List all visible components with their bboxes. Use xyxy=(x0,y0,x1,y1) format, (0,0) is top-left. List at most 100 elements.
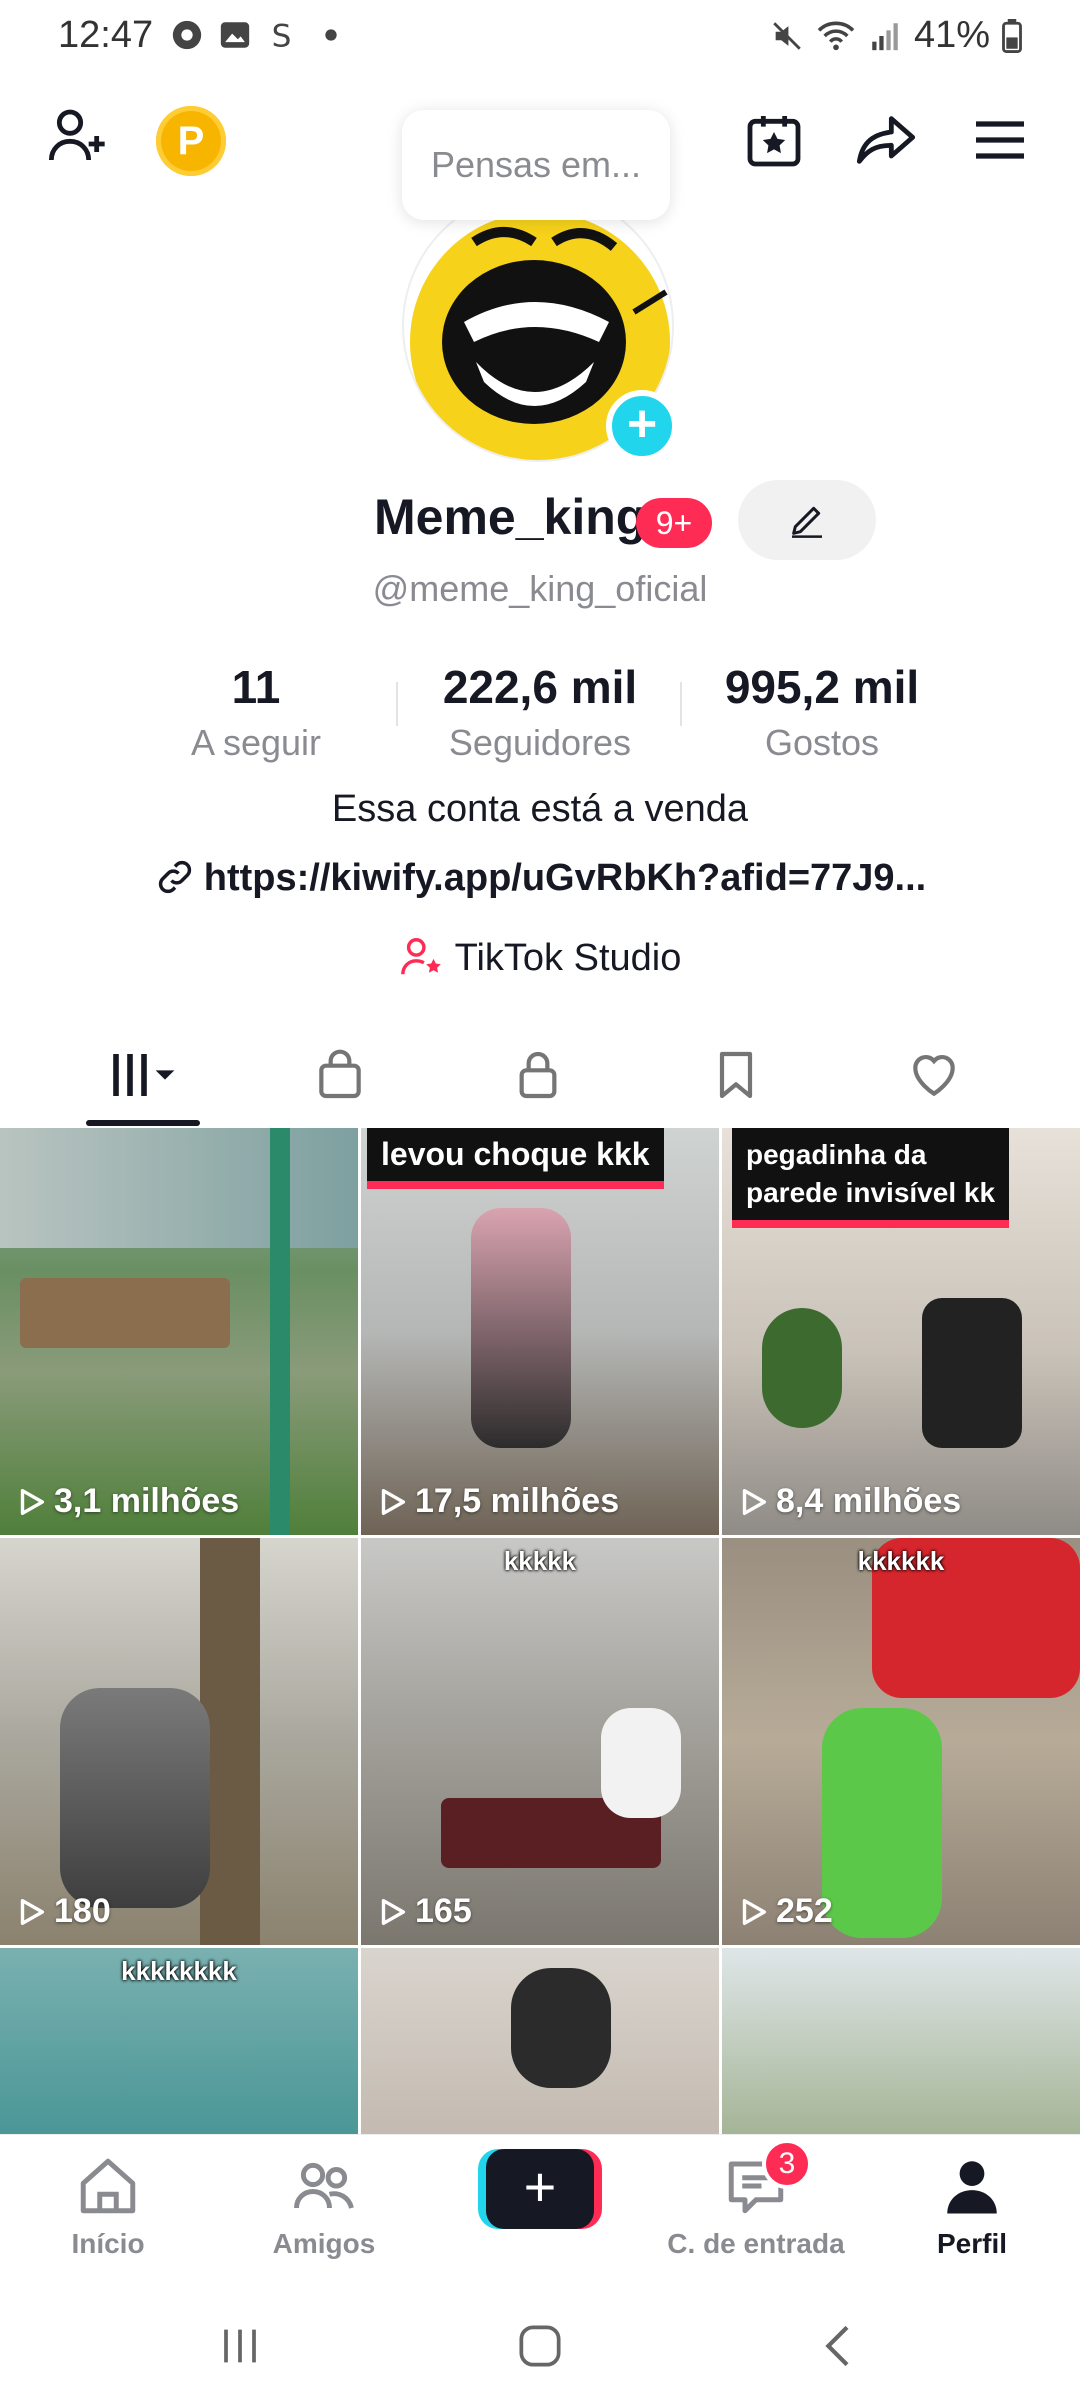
nav-home-label: Início xyxy=(71,2228,145,2259)
hamburger-menu-icon xyxy=(976,121,1024,159)
video-thumbnail[interactable]: 3,1 milhões xyxy=(0,1128,358,1535)
nav-inbox[interactable]: C. de entrada xyxy=(666,2153,846,2260)
stat-followers-value: 222,6 mil xyxy=(442,661,638,713)
stat-followers-label: Seguidores xyxy=(448,722,632,763)
video-thumbnail[interactable]: kkkkk 165 xyxy=(361,1538,719,1945)
thumbnail-scene xyxy=(471,1208,571,1448)
plus-icon: + xyxy=(523,2155,557,2218)
status-notification-icons: S xyxy=(170,18,348,52)
video-caption: kkkkkk xyxy=(857,1546,945,1576)
calendar-button[interactable] xyxy=(734,100,814,180)
profile-tabs xyxy=(0,1024,1080,1126)
menu-button[interactable] xyxy=(960,100,1040,180)
wifi-icon xyxy=(817,21,855,50)
video-thumbnail[interactable]: kkkkkk 252 xyxy=(722,1538,1080,1945)
nav-profile[interactable]: Perfil xyxy=(882,2153,1062,2260)
thumbnail-scene xyxy=(822,1708,942,1938)
status-time: 12:47 xyxy=(58,14,154,56)
video-thumbnail[interactable]: 180 xyxy=(0,1538,358,1945)
tiktok-studio-link[interactable]: TikTok Studio xyxy=(0,934,1080,980)
plus-icon: + xyxy=(626,395,658,453)
profile-handle: @meme_king_oficial xyxy=(372,568,708,609)
nav-home[interactable]: Início xyxy=(18,2153,198,2260)
nav-friends[interactable]: Amigos xyxy=(234,2153,414,2260)
edit-profile-button[interactable] xyxy=(738,480,876,560)
link-icon xyxy=(158,860,191,894)
heart-icon xyxy=(913,1055,955,1097)
studio-person-star-icon xyxy=(400,938,441,975)
video-view-count: 8,4 milhões xyxy=(736,1482,961,1521)
share-profile-button[interactable] xyxy=(846,100,926,180)
add-avatar-button[interactable]: + xyxy=(606,390,678,462)
s-app-icon: S xyxy=(272,18,292,52)
back-chevron-icon xyxy=(825,2325,849,2367)
tab-saved[interactable] xyxy=(676,1042,796,1108)
video-views-text: 3,1 milhões xyxy=(54,1482,240,1520)
share-arrow-icon xyxy=(856,116,916,164)
thumbnail-scene xyxy=(270,1128,290,1535)
thumbnail-scene xyxy=(762,1308,842,1428)
home-icon xyxy=(80,2158,136,2214)
video-thumbnail[interactable] xyxy=(361,1948,719,2138)
profile-person-icon xyxy=(947,2161,997,2214)
video-thumbnail[interactable] xyxy=(722,1948,1080,2138)
status-bar: 12:47 S 41% xyxy=(0,0,1080,72)
add-friend-button[interactable] xyxy=(38,96,118,176)
svg-text:S: S xyxy=(272,18,292,52)
stat-following-value: 11 xyxy=(231,661,281,713)
home-square-icon xyxy=(519,2325,561,2367)
play-outline-icon xyxy=(742,1898,767,1925)
profile-name-row: Meme_king 9+ xyxy=(0,480,1080,560)
create-button-face: + xyxy=(486,2149,594,2229)
video-thumbnail[interactable]: kkkkkkkk xyxy=(0,1948,358,2138)
tab-private[interactable] xyxy=(478,1042,598,1108)
video-thumbnail[interactable]: levou choque kkk 17,5 milhões xyxy=(361,1128,719,1535)
play-outline-icon xyxy=(20,1488,45,1515)
coin-letter: P xyxy=(177,118,205,163)
play-outline-icon xyxy=(20,1898,45,1925)
create-button[interactable]: + xyxy=(478,2149,602,2229)
tiktok-studio-label: TikTok Studio xyxy=(454,937,682,979)
recent-apps-button[interactable] xyxy=(200,2316,280,2376)
video-caption: levou choque kkk xyxy=(367,1128,664,1189)
thought-bubble-text: Pensas em... xyxy=(430,144,642,185)
gallery-icon xyxy=(220,22,250,48)
nav-inbox-label: C. de entrada xyxy=(667,2228,845,2259)
lock-icon xyxy=(519,1051,557,1099)
nav-profile-label: Perfil xyxy=(936,2228,1008,2259)
video-grid: 3,1 milhões levou choque kkk 17,5 milhõe… xyxy=(0,1128,1080,2138)
inbox-badge: 3 xyxy=(762,2139,812,2189)
video-view-count: 17,5 milhões xyxy=(375,1482,619,1521)
signal-icon xyxy=(872,22,898,50)
stat-likes-label: Gostos xyxy=(764,722,880,763)
tab-videos[interactable] xyxy=(84,1042,204,1108)
bookmark-icon xyxy=(719,1051,753,1099)
battery-percent: 41% xyxy=(913,14,990,56)
thought-bubble[interactable]: Pensas em... xyxy=(402,110,670,220)
home-system-button[interactable] xyxy=(500,2316,580,2376)
mute-icon xyxy=(773,21,801,50)
profile-link[interactable]: https://kiwify.app/uGvRbKh?afid=77J9... xyxy=(0,856,1080,900)
stat-following[interactable]: 11 A seguir xyxy=(116,660,396,764)
tab-shop[interactable] xyxy=(280,1042,400,1108)
shopping-bag-icon xyxy=(319,1049,361,1099)
video-thumbnail[interactable]: pegadinha da parede invisível kk 8,4 mil… xyxy=(722,1128,1080,1535)
pencil-icon xyxy=(792,506,822,538)
coin-button[interactable]: P xyxy=(156,106,226,176)
stat-divider xyxy=(396,682,398,726)
video-view-count: 3,1 milhões xyxy=(14,1482,239,1521)
stat-following-label: A seguir xyxy=(190,722,322,763)
stat-likes-value: 995,2 mil xyxy=(724,661,920,713)
stat-followers[interactable]: 222,6 mil Seguidores xyxy=(400,660,680,764)
back-button[interactable] xyxy=(800,2316,880,2376)
stat-likes[interactable]: 995,2 mil Gostos xyxy=(682,660,962,764)
video-views-text: 8,4 milhões xyxy=(776,1482,962,1520)
thumbnail-scene xyxy=(922,1298,1022,1448)
notification-badge[interactable]: 9+ xyxy=(636,498,712,548)
person-plus-icon xyxy=(48,109,105,161)
tab-liked[interactable] xyxy=(874,1042,994,1108)
video-views-text: 252 xyxy=(776,1892,833,1930)
thumbnail-scene xyxy=(60,1688,210,1908)
video-caption: kkkkk xyxy=(503,1546,577,1576)
video-view-count: 180 xyxy=(14,1892,111,1931)
